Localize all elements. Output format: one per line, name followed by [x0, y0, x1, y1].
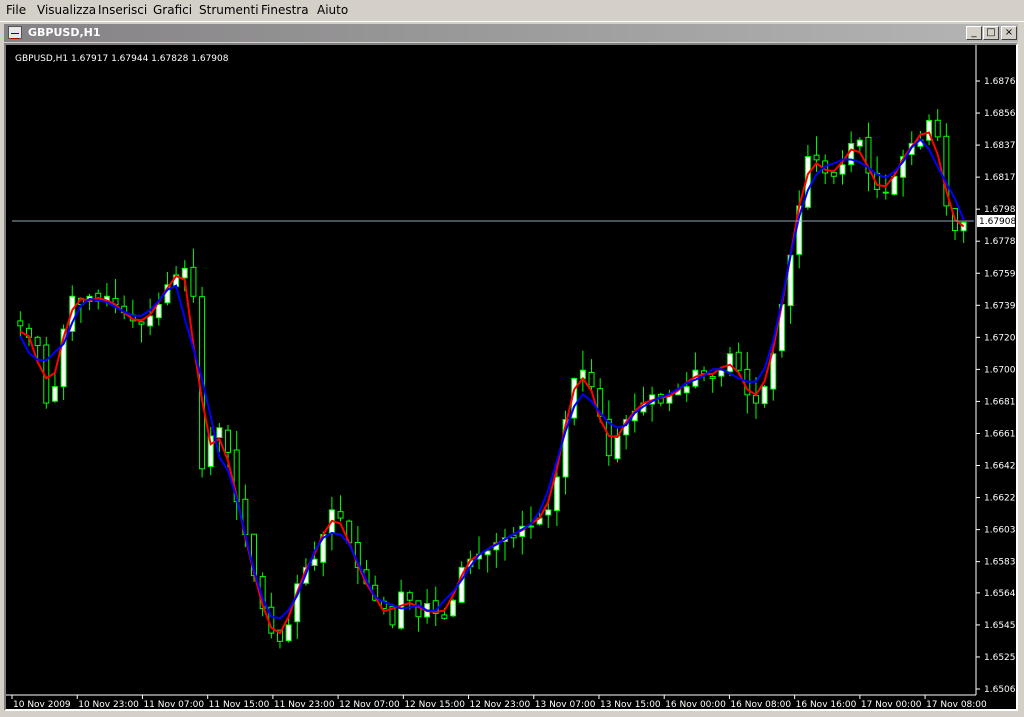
candle-body — [848, 142, 855, 166]
menu-window[interactable]: Finestra — [261, 3, 309, 17]
maximize-button[interactable]: □ — [983, 26, 999, 40]
menu-bar: File Visualizza Inserisci Grafici Strume… — [0, 0, 1024, 22]
time-tick-label: 17 Nov 08:00 — [926, 700, 987, 709]
candle-body — [830, 172, 837, 177]
candle-body — [735, 351, 742, 371]
time-tick-label: 16 Nov 08:00 — [730, 700, 791, 709]
menu-file[interactable]: File — [6, 3, 26, 17]
candle-body — [614, 435, 621, 460]
price-tick-label: 1.66615 — [984, 429, 1016, 439]
minimize-button[interactable]: _ — [966, 26, 982, 40]
price-tick-label: 1.65255 — [984, 653, 1016, 663]
price-tick-label: 1.65835 — [984, 558, 1016, 568]
candle-body — [960, 221, 967, 232]
time-tick-label: 11 Nov 15:00 — [209, 700, 270, 709]
candle-body — [17, 320, 24, 327]
price-tick-label: 1.66030 — [984, 526, 1016, 536]
price-tick-label: 1.67005 — [984, 365, 1016, 375]
candle-body — [441, 614, 448, 619]
chart-area[interactable]: 1.68760 1.68565 1.68370 1.68175 1.67980 1.677… — [4, 43, 1018, 711]
candle-body — [891, 175, 898, 195]
price-chart[interactable]: 1.68760 1.68565 1.68370 1.68175 1.67980 1.677… — [6, 45, 1016, 709]
candle-body — [450, 599, 457, 617]
candle-body — [181, 267, 188, 279]
candle-body — [727, 353, 733, 373]
candle-body — [190, 266, 197, 297]
time-tick-label: 10 Nov 2009 — [13, 700, 71, 709]
candle-body — [398, 591, 405, 629]
candle-body — [752, 395, 759, 404]
candles-layer — [17, 109, 967, 649]
candle-body — [545, 509, 552, 516]
time-tick-label: 10 Nov 23:00 — [78, 700, 139, 709]
time-tick-label: 11 Nov 23:00 — [274, 700, 335, 709]
price-tick-label: 1.67590 — [984, 269, 1016, 279]
price-tick-label: 1.65060 — [984, 685, 1016, 695]
candle-body — [155, 303, 162, 319]
candle-body — [527, 525, 534, 528]
candle-body — [337, 511, 344, 519]
ma-red-line — [19, 131, 965, 635]
candle-body — [216, 427, 223, 438]
price-tick-label: 1.68370 — [984, 141, 1016, 151]
time-tick-label: 12 Nov 23:00 — [470, 700, 531, 709]
price-tick-label: 1.66225 — [984, 494, 1016, 504]
candle-body — [882, 191, 889, 194]
time-tick-label: 16 Nov 00:00 — [665, 700, 726, 709]
candle-body — [839, 164, 846, 175]
candle-body — [285, 624, 292, 642]
price-axis: 1.68760 1.68565 1.68370 1.68175 1.67980 1.677… — [975, 45, 1016, 695]
candle-body — [51, 386, 58, 402]
menu-charts[interactable]: Grafici — [153, 3, 192, 17]
time-tick-label: 16 Nov 16:00 — [796, 700, 857, 709]
price-tick-label: 1.67785 — [984, 237, 1016, 247]
time-tick-label: 12 Nov 07:00 — [339, 700, 400, 709]
menu-help[interactable]: Aiuto — [317, 3, 348, 17]
price-tick-label: 1.66810 — [984, 397, 1016, 407]
time-tick-label: 13 Nov 07:00 — [535, 700, 596, 709]
price-tick-label: 1.67980 — [984, 205, 1016, 215]
candle-body — [813, 154, 820, 161]
price-tick-label: 1.68175 — [984, 173, 1016, 183]
moving-averages-layer — [19, 131, 965, 635]
price-tick-label: 1.67200 — [984, 333, 1016, 343]
candle-body — [709, 376, 716, 379]
candle-body — [761, 386, 768, 405]
candle-body — [147, 315, 154, 327]
current-price-label: 1.67908 — [979, 217, 1016, 227]
candle-body — [406, 592, 413, 601]
menu-insert[interactable]: Inserisci — [98, 3, 147, 17]
time-tick-label: 12 Nov 15:00 — [404, 700, 465, 709]
menu-tools[interactable]: Strumenti — [199, 3, 259, 17]
time-tick-label: 17 Nov 00:00 — [861, 700, 922, 709]
candle-body — [311, 558, 318, 566]
candle-body — [225, 429, 232, 453]
chart-window-icon — [8, 26, 22, 39]
candle-body — [770, 353, 777, 390]
menu-view[interactable]: Visualizza — [37, 3, 96, 17]
chart-window-titlebar[interactable]: GBPUSD,H1 _ □ × — [4, 24, 1018, 42]
price-tick-label: 1.68565 — [984, 109, 1016, 119]
time-tick-label: 13 Nov 15:00 — [600, 700, 661, 709]
close-button[interactable]: × — [1001, 26, 1017, 40]
ma-blue-line — [19, 138, 965, 620]
price-tick-label: 1.66420 — [984, 462, 1016, 472]
candle-body — [856, 139, 863, 147]
time-axis: 10 Nov 2009 10 Nov 23:00 11 Nov 07:00 11 No… — [6, 694, 987, 709]
price-tick-label: 1.67395 — [984, 301, 1016, 311]
price-tick-label: 1.68760 — [984, 77, 1016, 87]
ohlc-header: GBPUSD,H1 1.67917 1.67944 1.67828 1.6790… — [15, 54, 229, 64]
price-tick-label: 1.65645 — [984, 589, 1016, 599]
time-tick-label: 11 Nov 07:00 — [143, 700, 204, 709]
price-tick-label: 1.65450 — [984, 621, 1016, 631]
candle-body — [683, 386, 690, 394]
candle-body — [934, 119, 941, 138]
candle-body — [588, 371, 595, 388]
chart-window-title: GBPUSD,H1 — [28, 26, 101, 39]
candle-body — [138, 321, 145, 325]
candle-body — [34, 336, 41, 347]
candle-body — [553, 476, 560, 512]
